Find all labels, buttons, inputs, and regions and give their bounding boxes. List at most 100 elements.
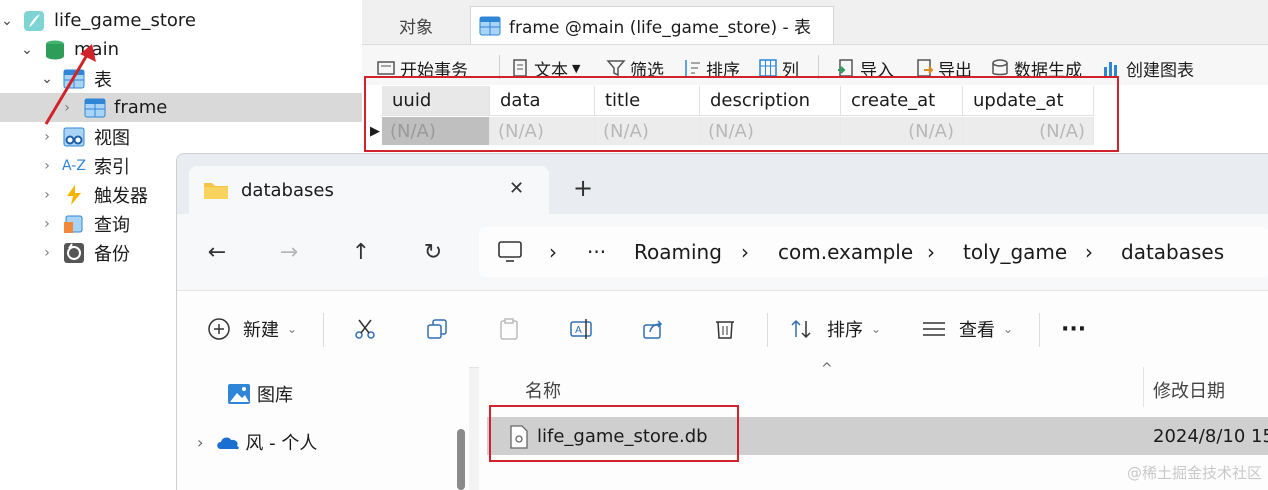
chevron-down-icon[interactable]: ⌄ [21,42,33,58]
tree-item-database[interactable]: ⌄ life_game_store [0,6,362,35]
nav-scrollbar[interactable] [457,429,465,490]
gallery-icon [228,384,250,404]
monitor-icon [498,241,522,262]
gallery-label: 图库 [257,385,293,406]
explorer-tab-strip: databases ✕ + [177,154,1268,214]
view-button[interactable]: 查看 ⌄ [921,309,1013,349]
breadcrumb-item[interactable]: Roaming [634,227,722,277]
columns-grid-icon [759,59,777,77]
explorer-tab[interactable]: databases ✕ [189,166,549,214]
highlight-box-file [489,405,739,462]
chevron-right-icon[interactable]: › [42,245,52,261]
chevron-right-icon[interactable]: › [197,433,203,452]
command-divider [323,313,324,347]
sort-caret-up-icon: ^ [821,361,833,377]
sort-arrows-icon [791,319,811,339]
onedrive-label: 风 - 个人 [245,433,318,454]
breadcrumb-item[interactable]: com.example [778,227,913,277]
chevron-right-icon[interactable]: › [42,187,52,203]
rename-icon: A [570,319,592,339]
backup-icon [64,243,84,263]
filter-icon [606,60,626,77]
triggers-label: 触发器 [94,185,148,207]
new-label: 新建 [243,320,279,341]
explorer-command-bar: 新建 ⌄ A 排序 ⌄ 查看 ⌄ ··· [177,290,1268,368]
transaction-icon [377,61,395,75]
tab-frame-table[interactable]: frame @main (life_game_store) - 表 [470,6,834,44]
editor-tab-bar: 对象 frame @main (life_game_store) - 表 [362,0,1268,45]
data-generation-icon [992,59,1008,76]
up-arrow-icon[interactable]: ↑ [341,232,381,272]
close-icon[interactable]: ✕ [509,178,524,199]
forward-arrow-icon[interactable]: → [269,232,309,272]
chevron-down-icon[interactable]: ⌄ [1,13,13,29]
breadcrumb-separator: › [927,240,935,264]
share-icon [643,320,663,339]
more-options-icon[interactable]: ··· [1061,309,1086,349]
plus-circle-icon [208,318,230,340]
annotation-arrow-icon [44,44,96,125]
delete-button[interactable] [713,309,737,349]
query-icon [64,215,83,233]
chevron-down-icon: ⌄ [871,322,882,336]
breadcrumb-item[interactable]: toly_game [963,227,1067,277]
caret-down-icon: ▼ [572,61,581,75]
share-button[interactable] [641,309,665,349]
table-name: frame [114,97,168,118]
index-az-icon: A-Z [62,157,86,174]
nav-item-onedrive[interactable]: › 风 - 个人 [197,429,317,455]
sort-label: 排序 [827,320,863,341]
paste-icon [500,318,518,340]
sqlite-database-icon [24,11,44,31]
onedrive-cloud-icon [217,437,240,450]
queries-label: 查询 [94,214,130,236]
indexes-label: 索引 [94,156,130,178]
explorer-tab-title: databases [241,180,334,201]
lightning-icon [67,185,81,205]
sort-button[interactable]: 排序 ⌄ [789,309,881,349]
highlight-box-grid [364,76,1119,152]
tab-objects[interactable]: 对象 [362,6,470,44]
import-icon [838,59,853,77]
file-modified: 2024/8/10 15 [1153,426,1268,447]
refresh-icon[interactable]: ↻ [413,232,453,272]
chevron-right-icon[interactable]: › [42,129,52,145]
breadcrumb-separator: › [741,240,749,264]
view-lines-icon [923,322,945,336]
command-divider [767,313,768,347]
chevron-right-icon[interactable]: › [42,216,52,232]
view-label: 查看 [959,320,995,341]
backups-label: 备份 [94,243,130,265]
cut-button[interactable] [353,309,377,349]
new-tab-icon[interactable]: + [573,174,593,202]
new-button[interactable]: 新建 ⌄ [207,309,297,349]
breadcrumb-item[interactable]: databases [1121,227,1224,277]
copy-icon [427,319,447,339]
breadcrumb[interactable]: › ··· Roaming › com.example › toly_game … [479,227,1268,277]
export-icon [917,59,934,77]
paste-button[interactable] [497,309,521,349]
rename-button[interactable]: A [569,309,595,349]
folder-icon [204,183,228,199]
explorer-address-bar: ← → ↑ ↻ › ··· Roaming › com.example › to… [177,214,1268,290]
create-chart-label: 创建图表 [1126,60,1194,81]
command-divider [1039,313,1040,347]
database-name: life_game_store [54,10,197,31]
back-arrow-icon[interactable]: ← [197,232,237,272]
column-header-modified[interactable]: 修改日期 [1153,367,1225,413]
trash-icon [716,321,734,339]
breadcrumb-separator: › [1085,240,1093,264]
tab-frame-label: frame @main (life_game_store) - 表 [509,18,812,38]
chevron-right-icon[interactable]: › [42,158,52,174]
sort-icon [685,60,700,76]
chevron-down-icon: ⌄ [1003,322,1014,336]
chart-icon [1104,62,1117,76]
column-divider [1143,367,1144,407]
nav-item-gallery[interactable]: 图库 [227,381,293,407]
breadcrumb-more[interactable]: ··· [587,227,606,277]
explorer-nav-pane: 图库 › 风 - 个人 [177,367,469,490]
copy-button[interactable] [425,309,449,349]
table-icon [479,16,501,35]
watermark: @稀土掘金技术社区 [1126,464,1262,482]
breadcrumb-separator: › [549,240,557,264]
